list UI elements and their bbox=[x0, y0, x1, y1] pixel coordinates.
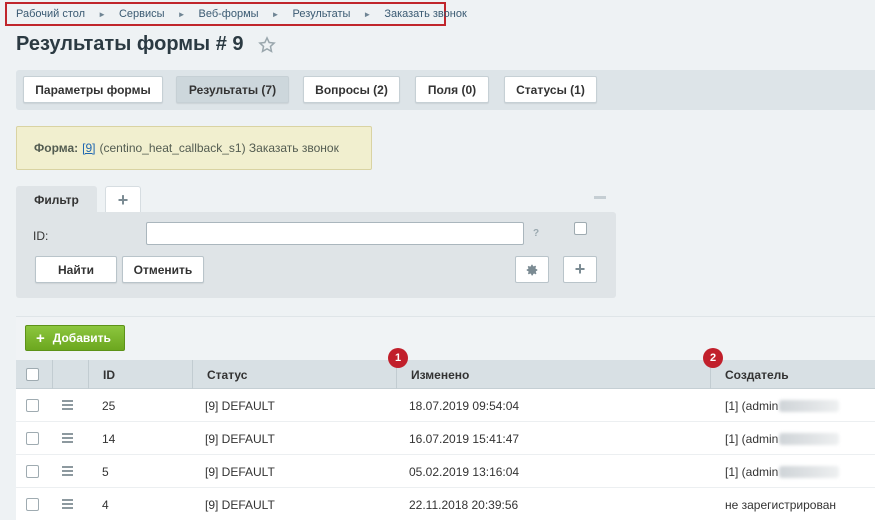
cell-creator: [1] (admin bbox=[725, 389, 840, 422]
table-row[interactable]: 25 [9] DEFAULT 18.07.2019 09:54:04 [1] (… bbox=[16, 389, 875, 422]
column-header-creator[interactable]: Создатель bbox=[710, 360, 875, 389]
tab-statuses[interactable]: Статусы (1) bbox=[504, 76, 597, 103]
tab-fields[interactable]: Поля (0) bbox=[415, 76, 489, 103]
grid-body: 25 [9] DEFAULT 18.07.2019 09:54:04 [1] (… bbox=[16, 389, 875, 520]
form-info-note: Форма: [9] (centino_heat_callback_s1) За… bbox=[16, 126, 372, 170]
creator-text: не зарегистрирован bbox=[725, 497, 836, 512]
id-filter-label: ID: bbox=[33, 229, 49, 243]
tab-questions[interactable]: Вопросы (2) bbox=[303, 76, 400, 103]
filter-field-checkbox[interactable] bbox=[574, 222, 587, 235]
grid-header: ID Статус Изменено Создатель bbox=[16, 360, 875, 389]
tabs-bar: Параметры формы Результаты (7) Вопросы (… bbox=[16, 70, 875, 110]
actions-column-header bbox=[52, 360, 88, 389]
chevron-right-icon: ► bbox=[271, 9, 280, 19]
creator-text: [1] (admin bbox=[725, 431, 779, 446]
breadcrumb-item-webforms[interactable]: Веб-формы bbox=[198, 8, 258, 20]
cell-id: 5 bbox=[102, 464, 109, 479]
breadcrumb-item-callback[interactable]: Заказать звонок bbox=[384, 8, 466, 20]
redacted-blur bbox=[779, 465, 840, 478]
redacted-blur bbox=[779, 432, 840, 445]
table-row[interactable]: 14 [9] DEFAULT 16.07.2019 15:41:47 [1] (… bbox=[16, 422, 875, 455]
table-row[interactable]: 4 [9] DEFAULT 22.11.2018 20:39:56 не зар… bbox=[16, 488, 875, 520]
cell-changed: 22.11.2018 20:39:56 bbox=[409, 497, 519, 512]
plus-icon: + bbox=[36, 329, 45, 347]
cell-status: [9] DEFAULT bbox=[205, 431, 275, 446]
filter-settings-button[interactable] bbox=[515, 256, 549, 283]
column-header-changed[interactable]: Изменено bbox=[396, 360, 710, 389]
creator-text: [1] (admin bbox=[725, 398, 779, 413]
callout-badge-1: 1 bbox=[388, 348, 408, 368]
cell-changed: 16.07.2019 15:41:47 bbox=[409, 431, 520, 446]
cell-changed: 18.07.2019 09:54:04 bbox=[409, 398, 520, 413]
tab-results[interactable]: Результаты (7) bbox=[176, 76, 289, 103]
form-note-prefix: Форма: bbox=[34, 141, 79, 155]
cell-creator: [1] (admin bbox=[725, 422, 840, 455]
help-icon[interactable]: ? bbox=[533, 228, 539, 239]
gear-icon bbox=[526, 264, 538, 275]
cell-id: 25 bbox=[102, 398, 116, 413]
add-filter-tab-button[interactable]: + bbox=[105, 186, 141, 213]
add-button[interactable]: + Добавить bbox=[25, 325, 125, 351]
form-id-link[interactable]: [9] bbox=[82, 141, 95, 155]
cell-id: 14 bbox=[102, 431, 116, 446]
redacted-blur bbox=[779, 399, 840, 412]
row-menu-icon[interactable] bbox=[62, 499, 73, 509]
row-checkbox[interactable] bbox=[26, 465, 39, 478]
add-filter-field-button[interactable]: + bbox=[563, 256, 597, 283]
chevron-right-icon: ► bbox=[363, 9, 372, 19]
breadcrumb-item-services[interactable]: Сервисы bbox=[119, 8, 165, 20]
breadcrumb-item-desktop[interactable]: Рабочий стол bbox=[16, 8, 85, 20]
column-header-id[interactable]: ID bbox=[88, 360, 192, 389]
filter-panel: ID: ? Найти Отменить + bbox=[16, 212, 616, 298]
breadcrumb: Рабочий стол ► Сервисы ► Веб-формы ► Рез… bbox=[5, 2, 467, 26]
cell-creator: не зарегистрирован bbox=[725, 488, 836, 520]
title-row: Результаты формы # 9 bbox=[16, 33, 276, 56]
row-checkbox[interactable] bbox=[26, 498, 39, 511]
row-menu-icon[interactable] bbox=[62, 400, 73, 410]
collapse-filter-icon[interactable] bbox=[594, 196, 606, 199]
cell-creator: [1] (admin bbox=[725, 455, 840, 488]
table-row[interactable]: 5 [9] DEFAULT 05.02.2019 13:16:04 [1] (a… bbox=[16, 455, 875, 488]
cell-status: [9] DEFAULT bbox=[205, 464, 275, 479]
form-note-text: (centino_heat_callback_s1) Заказать звон… bbox=[99, 141, 339, 155]
add-button-label: Добавить bbox=[52, 331, 111, 345]
cell-id: 4 bbox=[102, 497, 109, 512]
cell-status: [9] DEFAULT bbox=[205, 398, 275, 413]
filter-tab[interactable]: Фильтр bbox=[16, 186, 97, 213]
row-menu-icon[interactable] bbox=[62, 433, 73, 443]
find-button[interactable]: Найти bbox=[35, 256, 117, 283]
row-menu-icon[interactable] bbox=[62, 466, 73, 476]
column-header-status[interactable]: Статус bbox=[192, 360, 396, 389]
id-filter-input[interactable] bbox=[146, 222, 524, 245]
star-icon[interactable] bbox=[257, 35, 276, 54]
page-title: Результаты формы # 9 bbox=[16, 33, 244, 55]
tab-form-params[interactable]: Параметры формы bbox=[23, 76, 163, 103]
select-all-checkbox[interactable] bbox=[26, 368, 39, 381]
row-checkbox[interactable] bbox=[26, 432, 39, 445]
cancel-button[interactable]: Отменить bbox=[122, 256, 204, 283]
cell-changed: 05.02.2019 13:16:04 bbox=[409, 464, 520, 479]
row-checkbox[interactable] bbox=[26, 399, 39, 412]
chevron-right-icon: ► bbox=[177, 9, 186, 19]
creator-text: [1] (admin bbox=[725, 464, 779, 479]
callout-badge-2: 2 bbox=[703, 348, 723, 368]
grid-toolbar: + Добавить bbox=[16, 316, 875, 360]
breadcrumb-item-results[interactable]: Результаты bbox=[292, 8, 350, 20]
chevron-right-icon: ► bbox=[98, 9, 106, 19]
cell-status: [9] DEFAULT bbox=[205, 497, 275, 512]
